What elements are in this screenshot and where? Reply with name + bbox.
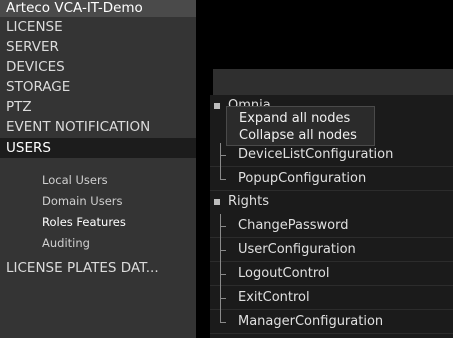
tree-branch-end-icon <box>220 167 228 191</box>
tree-row[interactable]: DeviceListConfiguration <box>210 143 453 167</box>
nav-item-storage[interactable]: STORAGE <box>6 77 70 97</box>
tree-branch-end-icon <box>220 310 228 334</box>
menu-item-expand-all[interactable]: Expand all nodes <box>239 110 350 127</box>
subnav-item-domain-users[interactable]: Domain Users <box>42 193 122 209</box>
subnav-item-local-users[interactable]: Local Users <box>42 172 108 188</box>
collapse-toggle-icon[interactable] <box>214 103 220 109</box>
content-panel: Omnia DeviceListConfiguration PopupConfi… <box>196 0 453 338</box>
menu-item-collapse-all[interactable]: Collapse all nodes <box>239 127 357 144</box>
tree-row-label: LogoutControl <box>238 266 330 281</box>
tree-branch-icon <box>220 262 228 286</box>
tree-row[interactable]: PopupConfiguration <box>210 167 453 191</box>
tree-group-label: Rights <box>228 194 270 209</box>
nav-item-server[interactable]: SERVER <box>6 37 59 57</box>
nav-item-event-notification[interactable]: EVENT NOTIFICATION <box>6 117 150 137</box>
context-menu: Expand all nodes Collapse all nodes <box>226 106 375 146</box>
tree-branch-icon <box>220 238 228 262</box>
tree-row[interactable]: ExitControl <box>210 286 453 310</box>
subnav-item-roles-features[interactable]: Roles Features <box>42 214 126 230</box>
tree-branch-icon <box>220 143 228 167</box>
nav-item-license[interactable]: LICENSE <box>6 17 63 37</box>
tree-row[interactable]: UserConfiguration <box>210 238 453 262</box>
tree-row-label: DeviceListConfiguration <box>238 147 394 162</box>
nav-item-devices[interactable]: DEVICES <box>6 57 65 77</box>
nav-item-ptz[interactable]: PTZ <box>6 97 32 117</box>
app-title: Arteco VCA-IT-Demo <box>0 0 196 17</box>
tree-row-label: UserConfiguration <box>238 242 356 257</box>
tree-branch-icon <box>220 286 228 310</box>
subnav-item-auditing[interactable]: Auditing <box>42 235 90 251</box>
tree-row-label: PopupConfiguration <box>238 171 367 186</box>
nav-item-users[interactable]: USERS <box>0 138 196 158</box>
tree-branch-icon <box>220 214 228 238</box>
tree-row-label: ExitControl <box>238 290 310 305</box>
tree-row-label: ManagerConfiguration <box>238 314 384 329</box>
nav-item-license-plates[interactable]: LICENSE PLATES DAT... <box>6 258 159 278</box>
tree-row[interactable]: LogoutControl <box>210 262 453 286</box>
tree-group-rights[interactable]: Rights <box>210 191 453 213</box>
content-header-bar <box>213 69 453 95</box>
sidebar: Arteco VCA-IT-Demo LICENSE SERVER DEVICE… <box>0 0 196 338</box>
tree-row[interactable]: ManagerConfiguration <box>210 310 453 334</box>
tree-row-label: ChangePassword <box>238 218 349 233</box>
collapse-toggle-icon[interactable] <box>214 199 220 205</box>
tree-row[interactable]: ChangePassword <box>210 214 453 238</box>
